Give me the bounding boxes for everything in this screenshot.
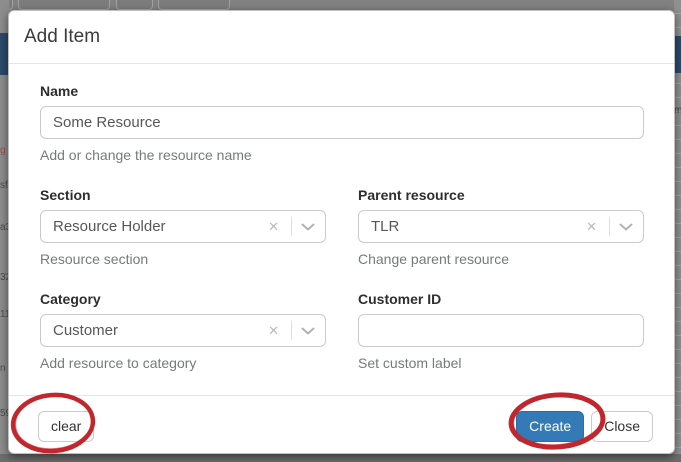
clear-selection-icon[interactable]: ✕ bbox=[265, 322, 282, 339]
modal-title: Add Item bbox=[24, 26, 101, 47]
clear-selection-icon[interactable]: ✕ bbox=[583, 218, 600, 235]
name-helper-text: Add or change the resource name bbox=[40, 147, 252, 163]
background-text-fragment: m bbox=[674, 105, 681, 116]
category-label: Category bbox=[40, 291, 101, 307]
section-field-group: Section Resource Holder ✕ Resource secti… bbox=[40, 187, 326, 267]
background-navy-band bbox=[674, 36, 681, 73]
parent-resource-label: Parent resource bbox=[358, 187, 465, 203]
customer-id-field-group: Customer ID Set custom label bbox=[358, 291, 644, 371]
section-label: Section bbox=[40, 187, 91, 203]
chevron-down-icon[interactable] bbox=[619, 223, 633, 231]
category-customer-row: Category Customer ✕ Add resource to cate… bbox=[40, 291, 644, 371]
customer-id-helper-text: Set custom label bbox=[358, 355, 462, 371]
category-select-value: Customer bbox=[53, 322, 119, 339]
background-text-fragment: n bbox=[0, 363, 6, 374]
customer-id-input[interactable] bbox=[358, 314, 644, 347]
screen: g sf a3 32 11 n 59 m Add Item Name Add o… bbox=[0, 0, 681, 462]
modal-body: Name Add or change the resource name Sec… bbox=[9, 64, 674, 395]
select-divider bbox=[291, 321, 292, 340]
background-text-fragment: sf bbox=[0, 180, 8, 191]
section-select-value: Resource Holder bbox=[53, 218, 166, 235]
close-button[interactable]: Close bbox=[591, 410, 653, 442]
category-helper-text: Add resource to category bbox=[40, 355, 197, 371]
background-button bbox=[158, 0, 230, 10]
section-helper-text: Resource section bbox=[40, 251, 149, 267]
clear-selection-icon[interactable]: ✕ bbox=[265, 218, 282, 235]
parent-resource-helper-text: Change parent resource bbox=[358, 251, 509, 267]
create-button[interactable]: Create bbox=[516, 410, 585, 442]
section-parent-row: Section Resource Holder ✕ Resource secti… bbox=[40, 187, 644, 267]
clear-button[interactable]: clear bbox=[38, 410, 95, 442]
background-button bbox=[116, 0, 153, 10]
select-divider bbox=[291, 217, 292, 236]
parent-resource-select[interactable]: TLR ✕ bbox=[358, 210, 644, 243]
modal-header: Add Item bbox=[9, 11, 674, 64]
customer-id-label: Customer ID bbox=[358, 291, 442, 307]
select-divider bbox=[609, 217, 610, 236]
chevron-down-icon[interactable] bbox=[301, 327, 315, 335]
name-input[interactable] bbox=[40, 106, 644, 139]
parent-resource-select-value: TLR bbox=[371, 218, 400, 235]
section-select[interactable]: Resource Holder ✕ bbox=[40, 210, 326, 243]
parent-resource-field-group: Parent resource TLR ✕ Change parent reso… bbox=[358, 187, 644, 267]
chevron-down-icon[interactable] bbox=[301, 223, 315, 231]
name-label: Name bbox=[40, 83, 79, 99]
category-select[interactable]: Customer ✕ bbox=[40, 314, 326, 347]
background-text-fragment: g bbox=[0, 145, 6, 156]
modal-footer: clear Create Close bbox=[9, 395, 674, 456]
add-item-modal: Add Item Name Add or change the resource… bbox=[8, 10, 675, 454]
name-field-group: Name Add or change the resource name bbox=[40, 83, 644, 163]
category-field-group: Category Customer ✕ Add resource to cate… bbox=[40, 291, 326, 371]
backdrop-right-strip: m bbox=[674, 0, 681, 462]
background-button bbox=[18, 0, 110, 10]
